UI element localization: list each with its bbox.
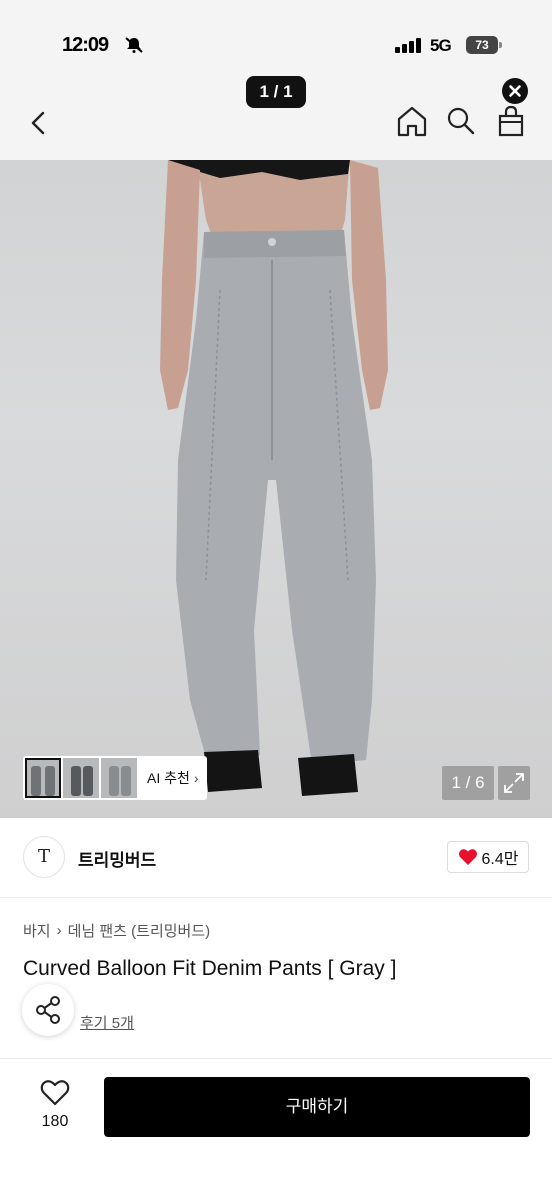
ai-recommend-button[interactable]: AI 추천 ›	[147, 768, 199, 788]
bag-icon	[498, 105, 524, 137]
thumbnail-2[interactable]	[63, 758, 99, 798]
expand-button[interactable]	[498, 766, 530, 800]
product-image[interactable]: AI 추천 › 1 / 6	[0, 160, 552, 818]
brand-like-button[interactable]: 6.4만	[447, 841, 529, 873]
heart-outline-icon	[40, 1080, 70, 1106]
back-icon	[31, 111, 45, 135]
chevron-right-icon: ›	[56, 922, 62, 939]
brand-logo: T	[23, 836, 65, 878]
breadcrumb-subcategory[interactable]: 데님 팬츠 (트리밍버드)	[68, 920, 211, 941]
top-nav: 1 / 1	[0, 76, 552, 160]
expand-icon	[504, 773, 524, 793]
brand-name[interactable]: 트리밍버드	[78, 846, 156, 871]
thumbnail-3[interactable]	[101, 758, 137, 798]
product-photo	[160, 160, 388, 796]
bottom-action-bar: 180 구매하기	[0, 1058, 552, 1200]
buy-button[interactable]: 구매하기	[104, 1077, 530, 1137]
brand-row[interactable]: T 트리밍버드 6.4만	[0, 818, 552, 898]
home-icon	[397, 106, 427, 137]
heart-filled-icon	[458, 849, 477, 865]
search-button[interactable]	[444, 104, 478, 138]
wishlist-button[interactable]: 180	[30, 1079, 80, 1139]
thumbnail-1[interactable]	[25, 758, 61, 798]
review-link[interactable]: 후기 5개	[80, 1012, 134, 1033]
battery-icon: 73	[466, 36, 502, 54]
mute-icon	[125, 37, 143, 53]
share-button[interactable]	[22, 984, 74, 1036]
brand-like-count: 6.4만	[481, 851, 519, 868]
cart-button[interactable]	[494, 104, 528, 138]
close-button[interactable]	[502, 78, 528, 104]
page-counter: 1 / 1	[246, 76, 306, 108]
close-icon	[509, 85, 521, 97]
thumbnail-strip: AI 추천 ›	[23, 756, 207, 800]
chevron-right-icon: ›	[193, 770, 199, 786]
image-index: 1 / 6	[442, 766, 494, 800]
signal-icon	[395, 38, 421, 53]
network-type: 5G	[430, 36, 452, 55]
ai-recommend-label: AI 추천	[147, 770, 190, 786]
share-icon	[36, 996, 60, 1024]
breadcrumb-category[interactable]: 바지	[23, 920, 51, 941]
search-icon	[447, 107, 475, 135]
breadcrumb: 바지 › 데님 팬츠 (트리밍버드)	[23, 920, 210, 941]
product-title: Curved Balloon Fit Denim Pants [ Gray ]	[23, 957, 397, 980]
status-time: 12:09	[62, 34, 109, 56]
wishlist-count: 180	[41, 1113, 69, 1130]
back-button[interactable]	[24, 106, 54, 140]
home-button[interactable]	[395, 104, 429, 138]
